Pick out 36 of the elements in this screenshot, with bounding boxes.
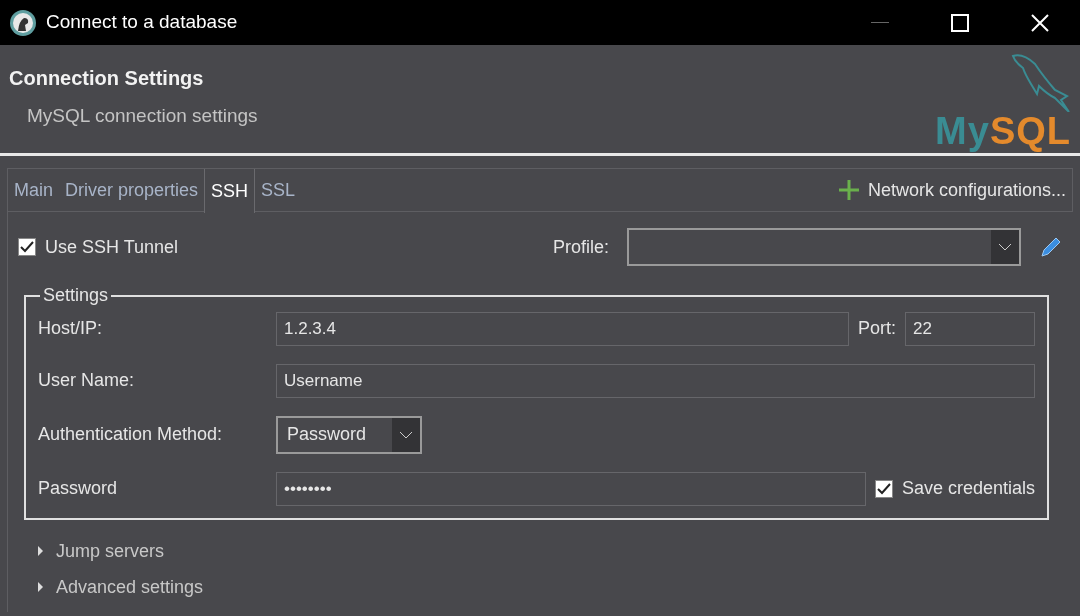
user-name-label: User Name:: [38, 369, 136, 393]
profile-label: Profile:: [552, 235, 609, 259]
tab[interactable]: Driver properties: [59, 169, 205, 211]
app-icon: [9, 8, 37, 37]
tab[interactable]: SSL: [255, 169, 302, 211]
close-icon: [1031, 13, 1049, 32]
tab[interactable]: Main: [8, 169, 59, 211]
checkbox[interactable]: [874, 479, 893, 498]
authentication-method-label: Authentication Method:: [38, 423, 224, 447]
checkbox[interactable]: [18, 238, 36, 256]
password-input[interactable]: ••••••••: [276, 471, 866, 506]
tab[interactable]: SSH: [204, 169, 256, 213]
expander[interactable]: Advanced settings: [36, 573, 1063, 601]
checkbox-label: Use SSH Tunnel: [45, 235, 179, 259]
header-title: Connection Settings: [9, 66, 205, 91]
expander[interactable]: Jump servers: [36, 537, 1063, 565]
window-title: Connect to a database: [46, 10, 238, 35]
authentication-method-dropdown[interactable]: Password: [276, 415, 422, 454]
checkbox-label: Save credentials: [901, 477, 1035, 501]
header-subtitle: MySQL connection settings: [26, 104, 258, 128]
password-label: Password: [38, 477, 119, 501]
minimize-icon: [871, 21, 889, 24]
pencil-icon[interactable]: [1039, 235, 1063, 259]
maximize-icon: [951, 13, 969, 32]
user-name-input[interactable]: Username: [276, 363, 1035, 398]
dolphin-icon: [1009, 54, 1071, 112]
host-label: Host/IP:: [38, 317, 104, 341]
port-label: Port:: [858, 317, 896, 341]
plus-icon: [838, 180, 859, 200]
network-configurations-button[interactable]: Network configurations...: [832, 176, 1072, 204]
profile-dropdown[interactable]: [627, 228, 1021, 266]
chevron-down-icon: [998, 243, 1012, 251]
port-input[interactable]: 22: [905, 311, 1035, 346]
host-input[interactable]: 1.2.3.4: [276, 311, 849, 346]
logo-wordmark: MySQL: [935, 112, 1071, 150]
chevron-down-icon: [399, 430, 413, 439]
